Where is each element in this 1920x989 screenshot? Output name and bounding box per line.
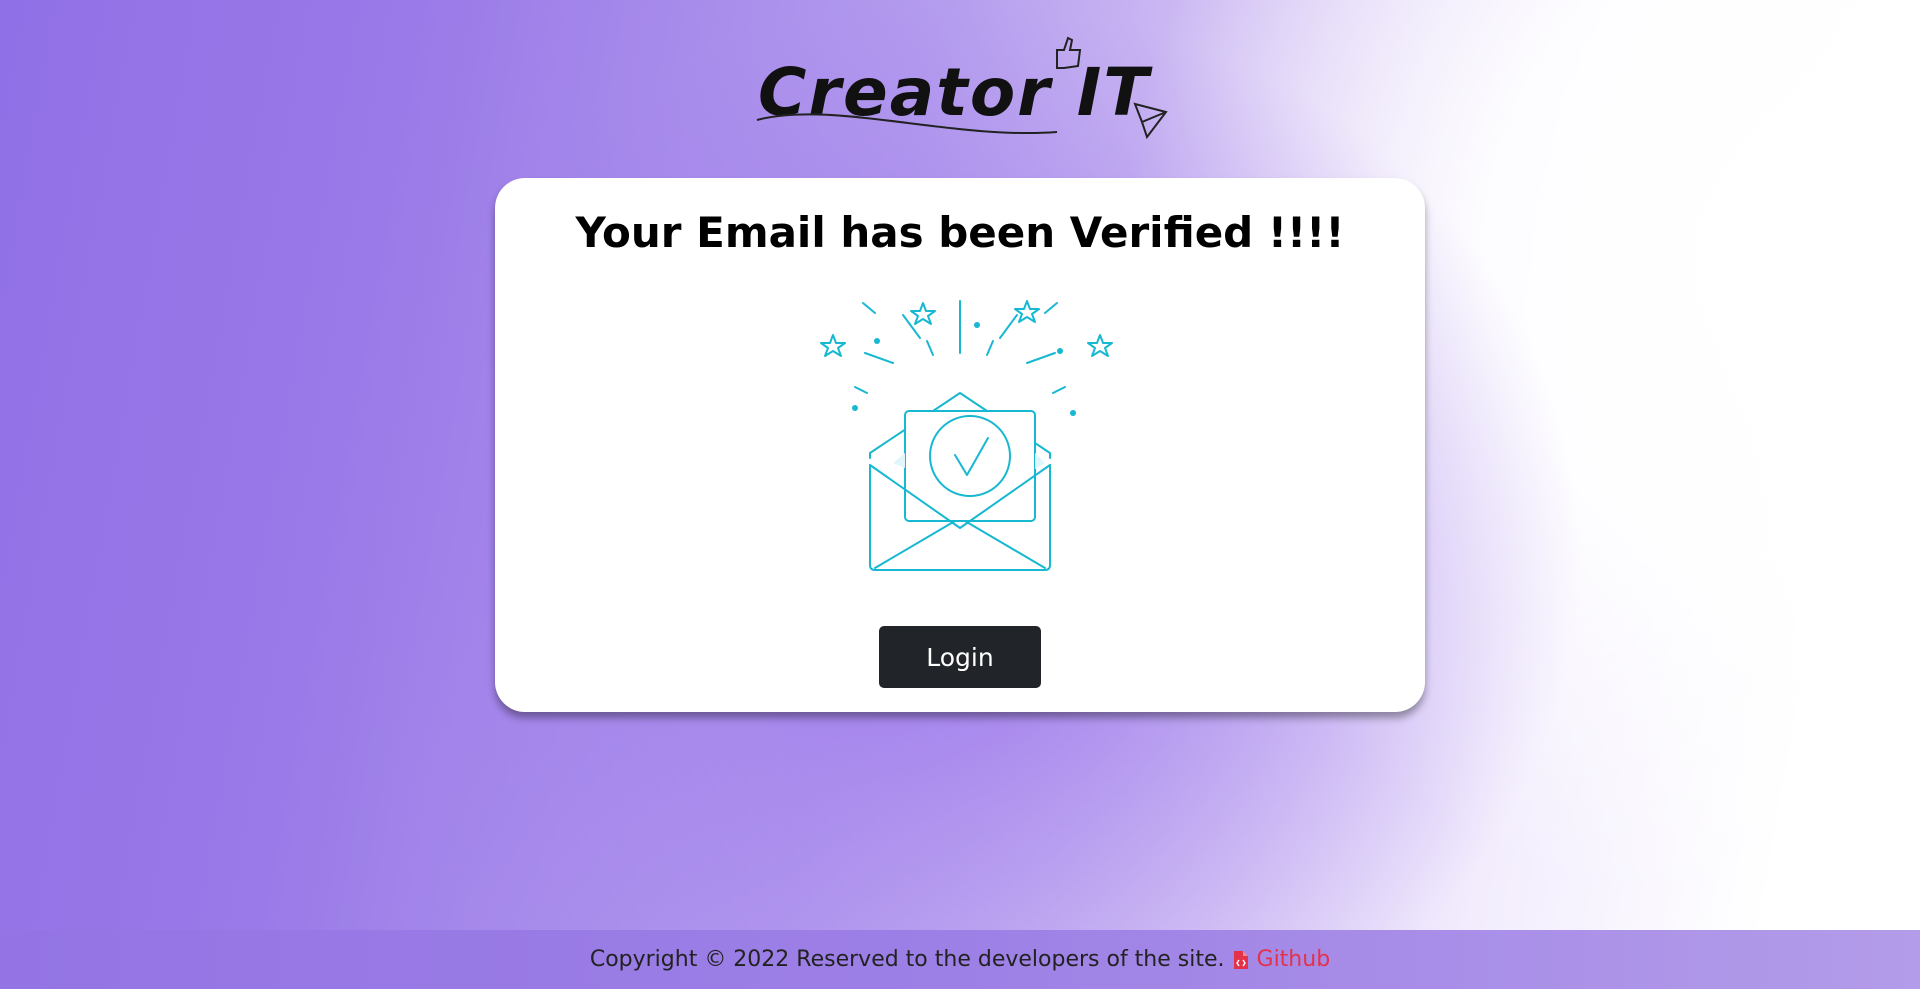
- footer-copyright: Copyright © 2022 Reserved to the develop…: [589, 947, 1225, 972]
- footer: Copyright © 2022 Reserved to the develop…: [0, 930, 1920, 989]
- brand-logo: Creator IT: [752, 30, 1172, 145]
- github-link[interactable]: Github: [1233, 947, 1331, 972]
- envelope-check-icon: [820, 300, 1113, 571]
- file-code-icon: [1233, 950, 1248, 969]
- login-button[interactable]: Login: [879, 626, 1041, 688]
- verification-card: Your Email has been Verified !!!! Login: [495, 178, 1425, 712]
- logo-decoration: [756, 36, 1168, 140]
- page-title: Your Email has been Verified !!!!: [575, 208, 1345, 257]
- github-link-label: Github: [1256, 947, 1331, 972]
